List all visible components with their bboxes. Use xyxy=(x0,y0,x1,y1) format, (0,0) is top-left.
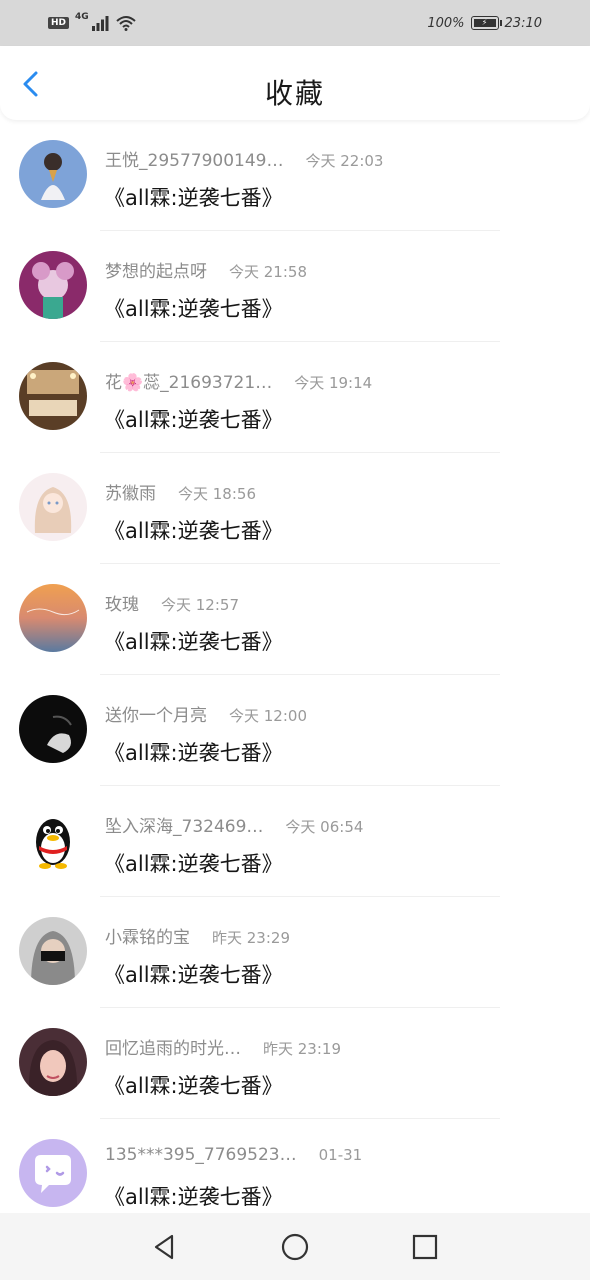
avatar[interactable] xyxy=(19,140,87,208)
list-item[interactable]: 梦想的起点呀 今天 21:58 《all霖:逆袭七番》 xyxy=(0,231,590,342)
battery-icon: ⚡ xyxy=(470,16,502,30)
item-meta: 回忆追雨的时光… 昨天 23:19 xyxy=(105,1034,341,1059)
item-time: 昨天 23:29 xyxy=(212,929,290,947)
item-title: 《all霖:逆袭七番》 xyxy=(104,186,283,210)
avatar[interactable] xyxy=(19,473,87,541)
avatar[interactable] xyxy=(19,1028,87,1096)
item-author: 小霖铭的宝 xyxy=(105,928,190,948)
square-recents-icon xyxy=(412,1234,438,1259)
item-title: 《all霖:逆袭七番》 xyxy=(104,630,283,654)
hd-badge: HD xyxy=(48,17,70,29)
item-title: 《all霖:逆袭七番》 xyxy=(104,519,283,543)
item-title: 《all霖:逆袭七番》 xyxy=(104,408,283,432)
nav-home-button[interactable] xyxy=(275,1227,315,1267)
item-time: 昨天 23:19 xyxy=(263,1040,341,1058)
item-author: 回忆追雨的时光… xyxy=(105,1039,241,1059)
item-meta: 王悦_29577900149… 今天 22:03 xyxy=(105,146,383,171)
avatar[interactable] xyxy=(19,251,87,319)
list-item[interactable]: 花🌸蕊_21693721… 今天 19:14 《all霖:逆袭七番》 xyxy=(0,342,590,453)
list-item[interactable]: 王悦_29577900149… 今天 22:03 《all霖:逆袭七番》 xyxy=(0,120,590,231)
item-title: 《all霖:逆袭七番》 xyxy=(104,852,283,876)
item-author: 梦想的起点呀 xyxy=(105,262,207,282)
item-author: 玫瑰 xyxy=(105,595,139,615)
avatar[interactable] xyxy=(19,584,87,652)
item-time: 今天 06:54 xyxy=(285,818,364,836)
penguin-avatar-icon[interactable] xyxy=(19,806,87,874)
list-item[interactable]: 送你一个月亮 今天 12:00 《all霖:逆袭七番》 xyxy=(0,675,590,786)
item-time: 今天 21:58 xyxy=(229,263,307,281)
list-item[interactable]: 135***395_7769523… 01-31 《all霖:逆袭七番》 xyxy=(0,1119,590,1213)
item-meta: 苏徽雨 今天 18:56 xyxy=(105,479,256,504)
item-author: 送你一个月亮 xyxy=(105,706,207,726)
item-meta: 坠入深海_732469… 今天 06:54 xyxy=(105,812,363,837)
item-time: 今天 12:00 xyxy=(229,707,307,725)
list-item[interactable]: 坠入深海_732469… 今天 06:54 《all霖:逆袭七番》 xyxy=(0,786,590,897)
item-title: 《all霖:逆袭七番》 xyxy=(104,1074,283,1098)
item-meta: 玫瑰 今天 12:57 xyxy=(105,590,239,615)
item-author: 苏徽雨 xyxy=(105,484,156,504)
avatar[interactable] xyxy=(19,362,87,430)
status-right: 100% ⚡ 23:10 xyxy=(427,16,542,31)
list-item[interactable]: 回忆追雨的时光… 昨天 23:19 《all霖:逆袭七番》 xyxy=(0,1008,590,1119)
item-time: 今天 19:14 xyxy=(294,374,373,392)
battery-percent: 100% xyxy=(427,15,465,31)
circle-home-icon xyxy=(281,1233,309,1260)
avatar[interactable] xyxy=(19,695,87,763)
item-time: 今天 18:56 xyxy=(178,485,256,503)
item-meta: 梦想的起点呀 今天 21:58 xyxy=(105,257,307,282)
list-item[interactable]: 小霖铭的宝 昨天 23:29 《all霖:逆袭七番》 xyxy=(0,897,590,1008)
nav-back-button[interactable] xyxy=(145,1227,185,1267)
avatar[interactable] xyxy=(19,917,87,985)
item-meta: 小霖铭的宝 昨天 23:29 xyxy=(105,923,290,948)
item-time: 今天 22:03 xyxy=(305,152,384,170)
chat-bubble-avatar-icon[interactable] xyxy=(19,1139,87,1207)
page-title: 收藏 xyxy=(264,77,325,110)
triangle-back-icon xyxy=(154,1234,174,1259)
list-item[interactable]: 苏徽雨 今天 18:56 《all霖:逆袭七番》 xyxy=(0,453,590,564)
item-time: 01-31 xyxy=(318,1146,363,1164)
clock: 23:10 xyxy=(504,15,542,31)
item-title: 《all霖:逆袭七番》 xyxy=(104,297,283,321)
network-type: 4G xyxy=(75,12,89,22)
page-header: 收藏 xyxy=(0,46,590,120)
item-author: 135***395_7769523… xyxy=(105,1145,297,1165)
item-author: 坠入深海_732469… xyxy=(105,817,264,837)
item-meta: 花🌸蕊_21693721… 今天 19:14 xyxy=(105,368,372,393)
favorites-list: 王悦_29577900149… 今天 22:03 《all霖:逆袭七番》 梦想的起… xyxy=(0,120,590,1213)
item-time: 今天 12:57 xyxy=(161,596,239,614)
system-nav-bar xyxy=(0,1213,590,1280)
signal-icon xyxy=(91,16,109,31)
item-meta: 135***395_7769523… 01-31 xyxy=(105,1145,362,1165)
nav-recents-button[interactable] xyxy=(405,1227,445,1267)
status-bar: HD 4G 100% ⚡ 23:10 xyxy=(0,0,590,46)
item-author: 花🌸蕊_21693721… xyxy=(105,373,273,393)
item-title: 《all霖:逆袭七番》 xyxy=(104,1185,283,1209)
wifi-icon xyxy=(116,16,136,31)
item-meta: 送你一个月亮 今天 12:00 xyxy=(105,701,307,726)
item-title: 《all霖:逆袭七番》 xyxy=(104,741,283,765)
status-left: HD 4G xyxy=(48,12,137,31)
item-title: 《all霖:逆袭七番》 xyxy=(104,963,283,987)
item-author: 王悦_29577900149… xyxy=(105,151,284,171)
list-item[interactable]: 玫瑰 今天 12:57 《all霖:逆袭七番》 xyxy=(0,564,590,675)
